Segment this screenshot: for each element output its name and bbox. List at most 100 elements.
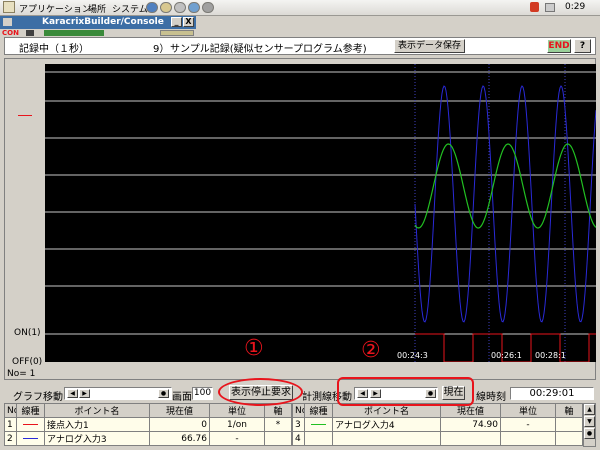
table-row[interactable]: 4 (292, 431, 583, 446)
header-current-value: 現在値 (149, 403, 210, 418)
annotation-label-2: ② (361, 338, 381, 363)
table-scrollbar[interactable]: ▲ ▼ ● (583, 403, 596, 447)
table-row[interactable]: 1 接点入力1 0 1/on * (4, 417, 292, 432)
close-button[interactable]: X (183, 17, 194, 27)
browser-launcher-icon[interactable] (146, 2, 158, 13)
annotation-box-2 (337, 377, 474, 406)
line-type-swatch (304, 431, 333, 446)
volume-icon[interactable] (545, 3, 555, 12)
axis-legend-dash (18, 115, 32, 116)
help-button[interactable]: ? (574, 39, 591, 53)
graph-move-label: グラフ移動 (13, 392, 63, 403)
trend-graph[interactable]: 00:24:3 00:26:1 00:28:1 (45, 64, 596, 362)
header-bar: 記録中（１秒） 9） サンプル記録(疑似センサープログラム参考) 表示データ保存… (4, 37, 596, 55)
window-titlebar[interactable]: KaracrixBuilder/Console _ X (0, 16, 196, 29)
scroll-thumb[interactable]: ● (584, 428, 595, 439)
mail-launcher-icon[interactable] (160, 2, 172, 13)
row-no: 1 (4, 417, 17, 432)
point-name: アナログ入力3 (44, 431, 150, 446)
toolbar-strip: CON (0, 29, 196, 37)
end-button[interactable]: END (547, 39, 571, 53)
menu-places[interactable]: 場所 (88, 2, 106, 15)
graph-scroll-right-button[interactable]: ▶ (79, 389, 90, 398)
header-no: No (292, 403, 305, 418)
time-axis: 00:24:3 00:26:1 00:28:1 (397, 351, 566, 360)
record-number: 9） (153, 44, 170, 55)
toolbar-icon[interactable] (26, 30, 34, 36)
window-title: KaracrixBuilder/Console (42, 17, 164, 27)
points-table-right: No 線種 ポイント名 現在値 単位 軸 3 アナログ入力4 74.90 - 4 (292, 403, 583, 446)
time-tick-label: 00:24:3 (397, 351, 428, 360)
table-header: No 線種 ポイント名 現在値 単位 軸 (4, 403, 292, 418)
header-axis: 軸 (555, 403, 583, 418)
unit: 1/on (209, 417, 265, 432)
recording-status: 記録中（１秒） (19, 44, 89, 55)
current-value: 74.90 (440, 417, 501, 432)
screen-value-field[interactable]: 100 (192, 387, 213, 400)
y-label-no: No= 1 (7, 369, 36, 379)
graph-scroll-left-button[interactable]: ◀ (67, 389, 78, 398)
screen-label: 画面 (172, 392, 192, 403)
scroll-down-button[interactable]: ▼ (584, 416, 595, 427)
cursor-time-field[interactable]: 00:29:01 (510, 387, 594, 400)
unit: - (209, 431, 265, 446)
table-row[interactable]: 3 アナログ入力4 74.90 - (292, 417, 583, 432)
point-name: アナログ入力4 (332, 417, 441, 432)
toolbar-tab-2[interactable] (160, 30, 194, 36)
table-row[interactable]: 2 アナログ入力3 66.76 - (4, 431, 292, 446)
header-line-type: 線種 (304, 403, 333, 418)
window-menu-icon[interactable] (3, 18, 12, 26)
graph-scrollbar[interactable]: ◀ ▶ ● (64, 387, 172, 400)
toolbar-tab[interactable] (44, 30, 104, 36)
save-display-data-button[interactable]: 表示データ保存 (394, 39, 465, 53)
row-no: 4 (292, 431, 305, 446)
update-notifier-icon[interactable] (530, 2, 539, 12)
header-point-name: ポイント名 (44, 403, 150, 418)
axis-marker (264, 431, 292, 446)
con-label: CON (2, 29, 19, 37)
grid-lines (45, 71, 596, 335)
menu-system[interactable]: システム (112, 2, 148, 15)
editor-launcher-icon[interactable] (174, 2, 186, 13)
foot-icon[interactable] (3, 1, 15, 13)
window-background (196, 16, 600, 37)
trace-analog-input-3 (414, 85, 596, 323)
scroll-up-button[interactable]: ▲ (584, 404, 595, 415)
cursor-time-label: 線時刻 (476, 392, 506, 403)
line-type-swatch (16, 417, 45, 432)
clock[interactable]: 0:29 (565, 2, 585, 12)
header-no: No (4, 403, 17, 418)
current-value (440, 431, 501, 446)
annotation-label-1: ① (244, 336, 264, 361)
point-name (332, 431, 441, 446)
graph-scroll-thumb[interactable]: ● (158, 389, 169, 398)
points-table-left: No 線種 ポイント名 現在値 単位 軸 1 接点入力1 0 1/on * 2 … (4, 403, 292, 446)
terminal-launcher-icon[interactable] (188, 2, 200, 13)
menu-applications[interactable]: アプリケーション (19, 2, 91, 15)
annotation-circle-1 (218, 378, 303, 406)
header-line-type: 線種 (16, 403, 45, 418)
unit: - (500, 417, 556, 432)
trace-analog-input-4 (414, 143, 596, 229)
y-label-on: ON(1) (14, 328, 41, 338)
axis-marker (555, 431, 583, 446)
time-tick-label: 00:28:1 (535, 351, 566, 360)
header-unit: 単位 (500, 403, 556, 418)
row-no: 3 (292, 417, 305, 432)
axis-marker: * (264, 417, 292, 432)
trend-traces (414, 64, 596, 362)
row-no: 2 (4, 431, 17, 446)
y-label-off: OFF(0) (12, 357, 43, 367)
line-type-swatch (304, 417, 333, 432)
minimize-button[interactable]: _ (171, 17, 182, 27)
record-title: サンプル記録(疑似センサープログラム参考) (170, 44, 367, 55)
axis-marker (555, 417, 583, 432)
point-name: 接点入力1 (44, 417, 150, 432)
top-panel: アプリケーション 場所 システム 0:29 (0, 0, 600, 16)
unit (500, 431, 556, 446)
current-value: 0 (149, 417, 210, 432)
settings-launcher-icon[interactable] (202, 2, 214, 13)
line-type-swatch (16, 431, 45, 446)
current-value: 66.76 (149, 431, 210, 446)
time-tick-label: 00:26:1 (491, 351, 522, 360)
